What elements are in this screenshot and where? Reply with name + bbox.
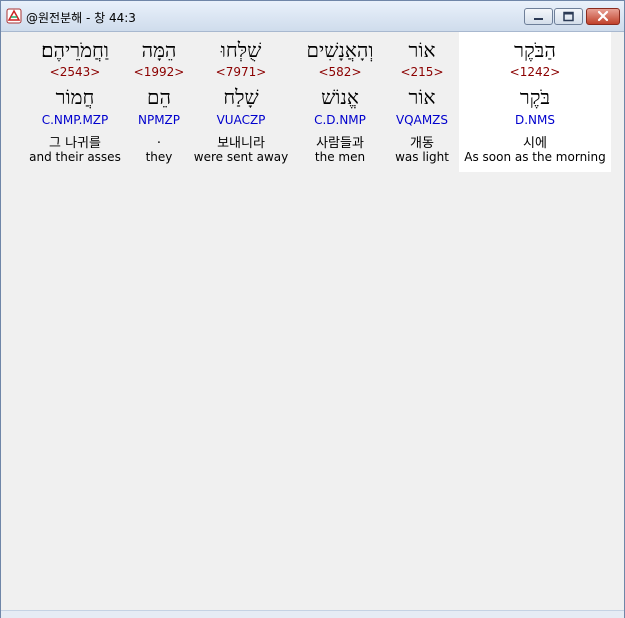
- hebrew-word[interactable]: וַחֲמֹרֵיהֶם׃: [23, 38, 127, 63]
- korean-gloss: 사람들과: [316, 136, 364, 151]
- hebrew-word[interactable]: וְהָאֲנָשִׁים: [295, 38, 385, 63]
- hebrew-root: חֲמוֹר: [55, 85, 95, 109]
- korean-gloss: 개동: [410, 136, 434, 151]
- hebrew-root: בֹּקֶר: [519, 85, 551, 109]
- minimize-button[interactable]: [524, 8, 553, 25]
- hebrew-word[interactable]: אוֹר: [387, 38, 457, 63]
- parsing-code: C.D.NMP: [314, 113, 366, 127]
- parsing-code: C.NMP.MZP: [41, 113, 109, 127]
- hebrew-root: אֱנוֹשׁ: [321, 85, 359, 109]
- window-bottom-border: [1, 610, 624, 618]
- app-icon: [6, 8, 22, 24]
- title-bar[interactable]: @원전분해 - 창 44:3: [1, 1, 624, 32]
- hebrew-root: הֵם: [147, 85, 171, 109]
- parsing-code: VUACZP: [216, 113, 266, 127]
- hebrew-word[interactable]: הֵמָּה: [129, 38, 189, 63]
- parsing-code: NPMZP: [137, 113, 181, 127]
- strong-number[interactable]: <7971>: [191, 65, 291, 79]
- maximize-button[interactable]: [554, 8, 583, 25]
- window-title: @원전분해 - 창 44:3: [26, 11, 136, 25]
- strong-number[interactable]: <1992>: [129, 65, 189, 79]
- english-gloss: and their asses: [29, 150, 121, 164]
- korean-gloss: 보내니라: [217, 136, 265, 151]
- parsing-code: VQAMZS: [395, 113, 449, 127]
- english-gloss: the men: [314, 150, 366, 164]
- hebrew-root: אוֹר: [408, 85, 436, 109]
- hebrew-word[interactable]: שֻׁלְּחוּ: [191, 38, 291, 63]
- app-window: @원전분해 - 창 44:3 הַבֹּקֶר <1242> בֹּקֶר D.…: [0, 0, 625, 618]
- strong-number[interactable]: <582>: [295, 65, 385, 79]
- english-gloss: was light: [395, 150, 449, 164]
- strong-number[interactable]: <215>: [387, 65, 457, 79]
- korean-gloss: 시에: [523, 136, 547, 151]
- parsing-code: D.NMS: [514, 113, 555, 127]
- strong-number[interactable]: <1242>: [459, 65, 611, 79]
- korean-gloss: .: [156, 132, 162, 147]
- english-gloss: they: [145, 150, 173, 164]
- interlinear-view: הַבֹּקֶר <1242> בֹּקֶר D.NMS 시에 As soon …: [9, 32, 616, 610]
- strong-number[interactable]: <2543>: [23, 65, 127, 79]
- maximize-icon: [563, 11, 574, 22]
- close-button[interactable]: [586, 8, 620, 25]
- hebrew-root: שָׁלַח: [223, 85, 259, 109]
- close-icon: [597, 10, 609, 22]
- korean-gloss: 그 나귀를: [49, 136, 101, 151]
- english-gloss: were sent away: [193, 150, 289, 164]
- english-gloss: As soon as the morning: [464, 150, 606, 164]
- hebrew-word[interactable]: הַבֹּקֶר: [459, 38, 611, 63]
- minimize-icon: [534, 18, 543, 20]
